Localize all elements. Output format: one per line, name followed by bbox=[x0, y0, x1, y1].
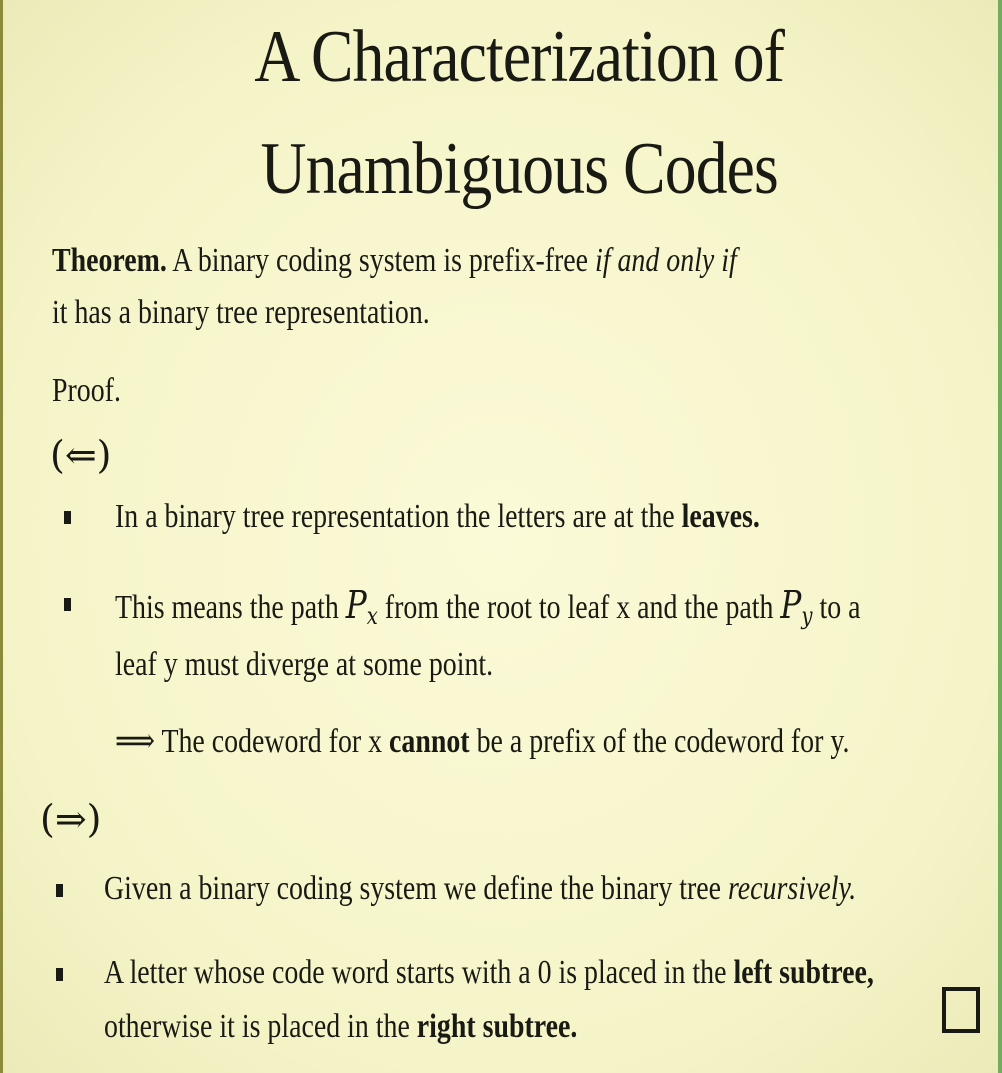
forward-direction-symbol: (⇒) bbox=[40, 797, 102, 841]
implies-arrow-icon: ⟹ bbox=[115, 721, 155, 761]
forward-bullet-2-line-2: otherwise it is placed in the right subt… bbox=[104, 1010, 577, 1044]
forward-bullet-2-bold-1: left subtree, bbox=[733, 954, 874, 991]
proof-label: Proof. bbox=[52, 372, 121, 409]
backward-bullet-2-text-2: from the root to leaf x and the path bbox=[384, 589, 774, 626]
implication-bold: cannot bbox=[389, 723, 470, 760]
implication-line: ⟹ The codeword for x cannot be a prefix … bbox=[115, 724, 849, 759]
right-frame-edge bbox=[998, 0, 1002, 1073]
backward-bullet-1-bold: leaves. bbox=[681, 498, 760, 535]
backward-bullet-1-text: In a binary tree representation the lett… bbox=[115, 498, 675, 535]
forward-bullet-1-text: Given a binary coding system we define t… bbox=[104, 870, 722, 907]
theorem-emphasis: if and only if bbox=[595, 242, 737, 279]
qed-box-icon bbox=[942, 987, 980, 1033]
forward-bullet-1: Given a binary coding system we define t… bbox=[104, 872, 856, 906]
forward-bullet-2-text-2: otherwise it is placed in the bbox=[104, 1008, 410, 1045]
bullet-icon bbox=[64, 511, 71, 524]
implication-text-2: be a prefix of the codeword for y. bbox=[476, 723, 850, 760]
forward-bullet-2-line-1: A letter whose code word starts with a 0… bbox=[104, 956, 874, 990]
forward-bullet-2-text-1: A letter whose code word starts with a 0… bbox=[104, 954, 727, 991]
bullet-icon bbox=[56, 968, 63, 981]
slide-title-line-2: Unambiguous Codes bbox=[260, 128, 779, 210]
backward-direction-symbol: (⇐) bbox=[50, 433, 112, 477]
backward-bullet-2-line-1: This means the path Px from the root to … bbox=[115, 586, 861, 628]
forward-bullet-1-italic: recursively. bbox=[727, 870, 857, 907]
path-py-math: Py bbox=[780, 583, 813, 630]
bullet-icon bbox=[56, 884, 63, 897]
path-px-math: Px bbox=[345, 583, 378, 630]
left-frame-edge bbox=[0, 0, 3, 1073]
backward-bullet-2-text-1: This means the path bbox=[115, 589, 339, 626]
backward-bullet-1: In a binary tree representation the lett… bbox=[115, 500, 760, 534]
backward-bullet-2-text-3: to a bbox=[819, 589, 861, 626]
bullet-icon bbox=[64, 598, 71, 611]
forward-bullet-2-bold-2: right subtree. bbox=[416, 1008, 578, 1045]
theorem-text-1: A binary coding system is prefix-free bbox=[172, 242, 589, 279]
theorem-line-2: it has a binary tree representation. bbox=[52, 294, 430, 331]
theorem-label: Theorem. bbox=[52, 242, 167, 279]
implication-text-1: The codeword for x bbox=[161, 723, 383, 760]
slide-title-line-1: A Characterization of bbox=[254, 16, 785, 98]
backward-bullet-2-line-2: leaf y must diverge at some point. bbox=[115, 646, 494, 683]
theorem-line-1: Theorem. A binary coding system is prefi… bbox=[52, 244, 737, 278]
